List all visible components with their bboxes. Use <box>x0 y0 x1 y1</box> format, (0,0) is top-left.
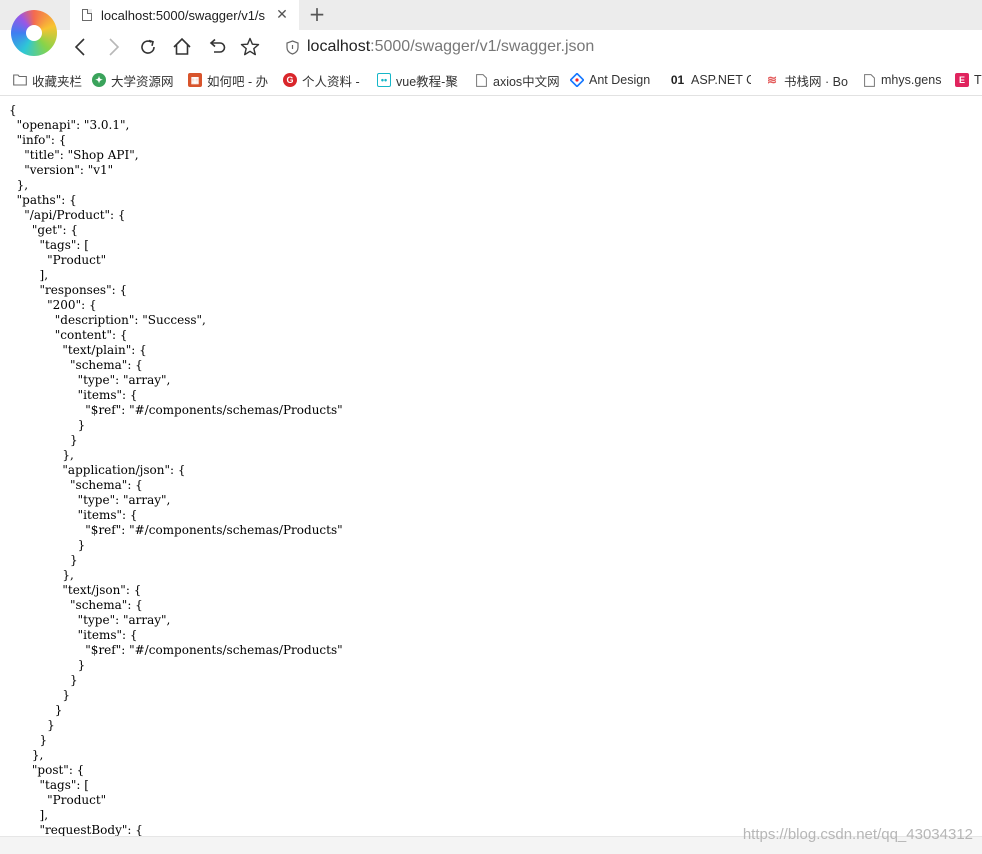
t-icon: E <box>955 73 969 87</box>
bookmark-dxzy[interactable]: ✦ 大学资源网 <box>92 71 175 89</box>
bookmarks-bar: 收藏夹栏 ✦ 大学资源网 ▦ 如何吧 - 办 G 个人资料 - •• vue教程… <box>0 64 982 96</box>
tab-active[interactable]: localhost:5000/swagger/v1/s ✕ <box>70 0 299 30</box>
page-icon <box>862 73 876 87</box>
address-bar[interactable]: localhost:5000/swagger/v1/swagger.json <box>286 37 594 57</box>
bookmark-favorites-folder[interactable]: 收藏夹栏 <box>13 71 84 89</box>
bookmark-ruheba[interactable]: ▦ 如何吧 - 办 <box>188 71 269 89</box>
home-icon <box>173 37 191 55</box>
navigation-toolbar: localhost:5000/swagger/v1/swagger.json <box>0 30 982 64</box>
undo-close-button[interactable] <box>204 36 228 58</box>
aspnet-icon: 01 <box>670 73 685 87</box>
star-icon <box>240 37 260 56</box>
forward-arrow-icon <box>109 38 120 56</box>
browser-logo-icon[interactable] <box>11 10 57 56</box>
reload-icon <box>141 39 155 54</box>
home-button[interactable] <box>170 36 194 58</box>
bookmark-axios[interactable]: axios中文网 <box>474 71 559 89</box>
dxzy-icon: ✦ <box>92 73 106 87</box>
json-document: { "openapi": "3.0.1", "info": { "title":… <box>9 103 343 836</box>
shuzhan-icon: ≋ <box>766 73 778 87</box>
tab-title: localhost:5000/swagger/v1/s <box>101 7 266 23</box>
forward-button[interactable] <box>102 36 126 58</box>
vue-icon: •• <box>377 73 391 87</box>
bookmark-t[interactable]: E T <box>955 71 982 89</box>
url-path: :5000/swagger/v1/swagger.json <box>370 38 595 55</box>
folder-icon <box>13 73 27 87</box>
favorite-button[interactable] <box>238 36 262 58</box>
page-icon <box>82 9 92 21</box>
bookmark-vue[interactable]: •• vue教程-聚 <box>377 71 458 89</box>
shield-icon[interactable] <box>286 39 299 55</box>
bookmark-mhys[interactable]: mhys.gens <box>862 71 943 89</box>
bookmark-aspnet[interactable]: 01 ASP.NET C <box>669 71 751 89</box>
address-url[interactable]: localhost:5000/swagger/v1/swagger.json <box>307 38 594 56</box>
undo-icon <box>209 38 226 53</box>
new-tab-button[interactable]: + <box>306 2 328 26</box>
watermark: https://blog.csdn.net/qq_43034312 <box>742 826 973 843</box>
url-host: localhost <box>307 38 371 55</box>
back-arrow-icon <box>74 38 85 56</box>
antdesign-icon <box>570 73 584 87</box>
page-content: { "openapi": "3.0.1", "info": { "title":… <box>0 96 982 836</box>
reload-button[interactable] <box>136 36 160 58</box>
bookmark-shuzhan[interactable]: ≋ 书栈网 · Bo <box>765 71 848 89</box>
gerenziliao-icon: G <box>283 73 297 87</box>
close-icon[interactable]: ✕ <box>275 7 289 23</box>
bookmark-antdesign[interactable]: Ant Design <box>570 71 653 89</box>
ruheba-icon: ▦ <box>188 73 202 87</box>
page-icon <box>474 73 488 87</box>
bookmark-gerenziliao[interactable]: G 个人资料 - <box>283 71 362 89</box>
back-button[interactable] <box>68 36 92 58</box>
